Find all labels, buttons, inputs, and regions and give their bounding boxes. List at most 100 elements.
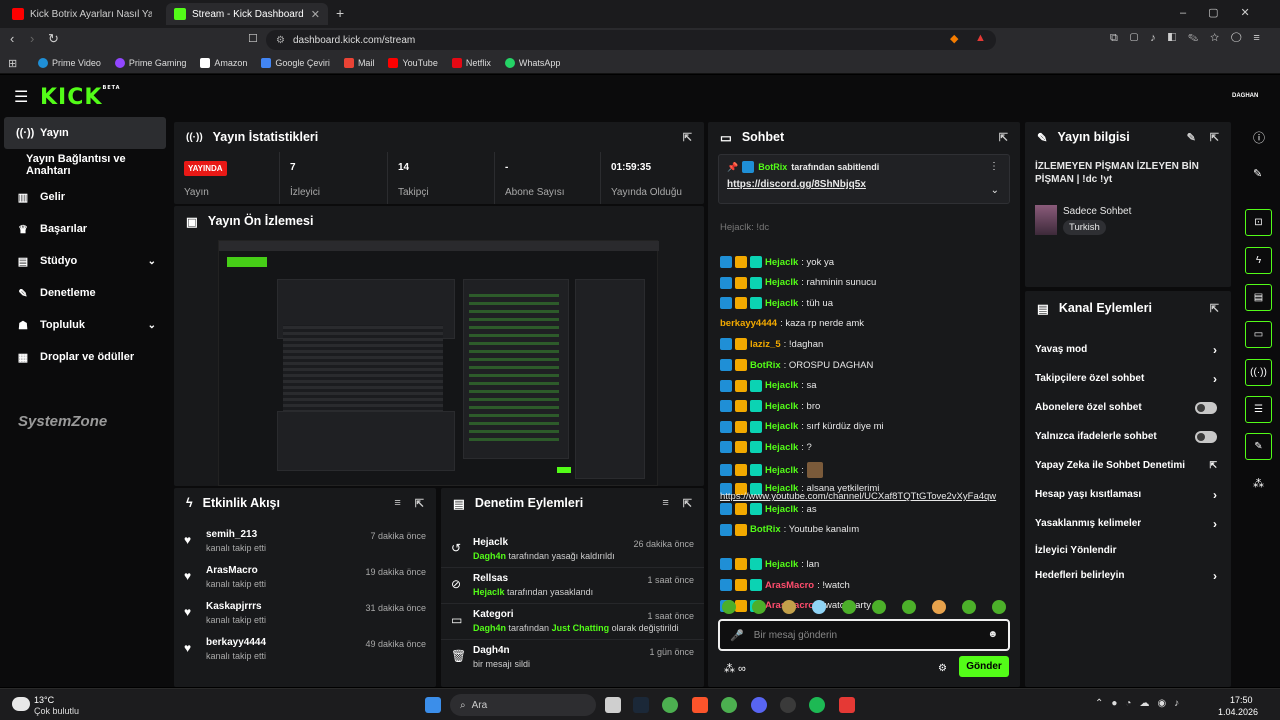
bookmark-whatsapp[interactable]: WhatsApp <box>504 57 560 68</box>
emote-icon[interactable] <box>842 600 856 614</box>
stream-tag[interactable]: Turkish <box>1063 220 1106 235</box>
stream-category[interactable]: Sadece Sohbet <box>1063 206 1131 217</box>
chat-username[interactable]: BotRix <box>750 360 781 371</box>
obs-icon[interactable] <box>780 697 796 713</box>
quick-action-chat[interactable]: ▭ <box>1245 321 1272 348</box>
close-tab-icon[interactable]: ✕ <box>311 8 320 21</box>
ai-moderation-action[interactable]: Yapay Zeka ile Sohbet Denetimi ⇱ <box>1035 451 1221 480</box>
brave-shield-icon[interactable]: ◆ <box>950 32 958 45</box>
bookmark-prime-video[interactable]: Prime Video <box>38 57 101 68</box>
bookmark-amazon[interactable]: Amazon <box>200 57 247 68</box>
emotes-only-toggle[interactable] <box>1195 430 1217 443</box>
sidebar-item-community[interactable]: ☗ Topluluk ⌄ <box>0 309 170 341</box>
bookmark-netflix[interactable]: Netflix <box>451 57 491 68</box>
sidebar-item-stream-key[interactable]: Yayın Bağlantısı ve Anahtarı <box>0 149 170 181</box>
start-icon[interactable] <box>425 697 441 713</box>
popout-icon[interactable]: ⇱ <box>683 131 692 144</box>
banned-words-action[interactable]: Yasaklanmış kelimeler › <box>1035 509 1221 538</box>
popout-icon[interactable]: ⇱ <box>415 497 424 510</box>
bookmark-mail[interactable]: Mail <box>343 57 374 68</box>
quick-action-bolt[interactable]: ϟ <box>1245 247 1272 274</box>
chrome-icon[interactable] <box>662 697 678 713</box>
emote-icon[interactable] <box>992 600 1006 614</box>
goals-action[interactable]: Hedefleri belirleyin › <box>1035 561 1221 590</box>
emote-icon[interactable] <box>932 600 946 614</box>
more-icon[interactable]: ⋮ <box>989 161 999 172</box>
menu-icon[interactable]: ☰ <box>14 87 28 107</box>
spotify-icon[interactable] <box>809 697 825 713</box>
user-menu[interactable]: DAGHAN <box>1232 93 1258 99</box>
mic-icon[interactable]: 🎤 <box>730 629 744 642</box>
send-button[interactable]: Gönder <box>959 656 1009 677</box>
chat-username[interactable]: laziz_5 <box>750 339 781 350</box>
quick-action-clip[interactable]: ⊡ <box>1245 209 1272 236</box>
chat-username[interactable]: Hejaclk <box>765 380 798 391</box>
slow-mode-action[interactable]: Yavaş mod › <box>1035 335 1221 364</box>
weather-desc[interactable]: Çok bulutlu <box>34 706 79 716</box>
chat-username[interactable]: Hejaclk <box>765 257 798 268</box>
forward-icon[interactable]: › <box>30 31 34 46</box>
chat-username[interactable]: Hejaclk <box>765 504 798 515</box>
apps-grid-icon[interactable]: ⊞ <box>8 57 17 70</box>
emoji-icon[interactable]: ☻ <box>987 629 998 640</box>
chat-username[interactable]: Hejaclk <box>765 277 798 288</box>
emote-icon[interactable] <box>812 600 826 614</box>
emote-icon[interactable] <box>962 600 976 614</box>
url-field[interactable]: ⚙ dashboard.kick.com/stream <box>266 30 996 50</box>
account-age-action[interactable]: Hesap yaşı kısıtlaması › <box>1035 480 1221 509</box>
sidebar-item-studio[interactable]: ▤ Stüdyo ⌄ <box>0 245 170 277</box>
extensions-icons[interactable]: ⧉▢♪◧✎☆◯≡ <box>1110 32 1272 45</box>
emote-icon[interactable] <box>902 600 916 614</box>
discord-icon[interactable] <box>751 697 767 713</box>
chrome-icon[interactable] <box>721 697 737 713</box>
chevron-down-icon[interactable]: ⌄ <box>991 185 999 196</box>
rewards-icon[interactable]: ▲ <box>975 32 986 44</box>
popout-icon[interactable]: ⇱ <box>1210 302 1219 315</box>
quick-action-doc[interactable]: ▤ <box>1245 284 1272 311</box>
subscribers-only-toggle[interactable] <box>1195 401 1217 414</box>
chat-username[interactable]: BotRix <box>750 524 781 535</box>
tray-icons[interactable]: ⌃●◔☁◉♪ <box>1095 698 1187 709</box>
taskbar-search[interactable]: ⌕ Ara <box>450 694 596 716</box>
subscribers-only-action[interactable]: Abonelere özel sohbet <box>1035 393 1221 422</box>
kick-logo[interactable]: KICKBETA <box>40 85 121 110</box>
add-widget-icon[interactable]: ⁂ <box>1253 477 1264 490</box>
pencil-icon[interactable]: ✎ <box>1253 167 1262 180</box>
popout-icon[interactable]: ⇱ <box>999 131 1008 144</box>
quick-action-broadcast[interactable]: ((·)) <box>1245 359 1272 386</box>
reload-icon[interactable]: ↻ <box>48 31 59 47</box>
settings-icon[interactable]: ⚙ <box>938 663 947 674</box>
emote-icon[interactable] <box>752 600 766 614</box>
sidebar-item-revenue[interactable]: ▥ Gelir <box>0 181 170 213</box>
emote-icon[interactable] <box>722 600 736 614</box>
bookmark-youtube[interactable]: YouTube <box>388 57 438 68</box>
bookmark-google-translate[interactable]: Google Çeviri <box>261 57 330 68</box>
sidebar-item-drops[interactable]: ▦ Droplar ve ödüller <box>0 341 170 373</box>
emote-icon[interactable] <box>872 600 886 614</box>
browser-tab-kick[interactable]: Stream - Kick Dashboard ✕ <box>166 3 328 25</box>
popout-icon[interactable]: ⇱ <box>1210 131 1219 144</box>
popout-icon[interactable]: ⇱ <box>683 497 692 510</box>
emotes-only-action[interactable]: Yalnızca ifadelerle sohbet <box>1035 422 1221 451</box>
quick-action-tools[interactable]: ✎ <box>1245 433 1272 460</box>
emote-icon[interactable] <box>782 600 796 614</box>
chat-username[interactable]: ArasMacro <box>765 580 814 591</box>
sidebar-item-achievements[interactable]: ♛ Başarılar <box>0 213 170 245</box>
chat-username[interactable]: Hejaclk <box>765 442 798 453</box>
sidebar-item-stream[interactable]: ((·)) Yayın <box>4 117 166 149</box>
quick-action-list[interactable]: ☰ <box>1245 396 1272 423</box>
stream-preview-video[interactable] <box>218 240 659 486</box>
bookmark-prime-gaming[interactable]: Prime Gaming <box>114 57 186 68</box>
site-info-icon[interactable]: ⚙ <box>276 35 285 46</box>
window-controls[interactable]: –▢✕ <box>1180 6 1272 19</box>
clock-time[interactable]: 17:50 <box>1230 695 1253 705</box>
youtube-link[interactable]: https://www.youtube.com/channel/UCXaf8TQ… <box>720 491 996 502</box>
edit-icon[interactable]: ✎ <box>1187 131 1196 144</box>
followers-only-action[interactable]: Takipçilere özel sohbet › <box>1035 364 1221 393</box>
filter-icon[interactable]: ≡ <box>394 497 400 510</box>
back-icon[interactable]: ‹ <box>10 31 14 46</box>
browser-tab-youtube[interactable]: Kick Botrix Ayarları Nasıl Yapılır? Taki… <box>4 3 164 25</box>
bookmark-icon[interactable]: ☐ <box>248 32 258 45</box>
points-icon[interactable]: ⁂ ∞ <box>724 662 746 675</box>
new-tab-button[interactable]: + <box>336 5 344 21</box>
